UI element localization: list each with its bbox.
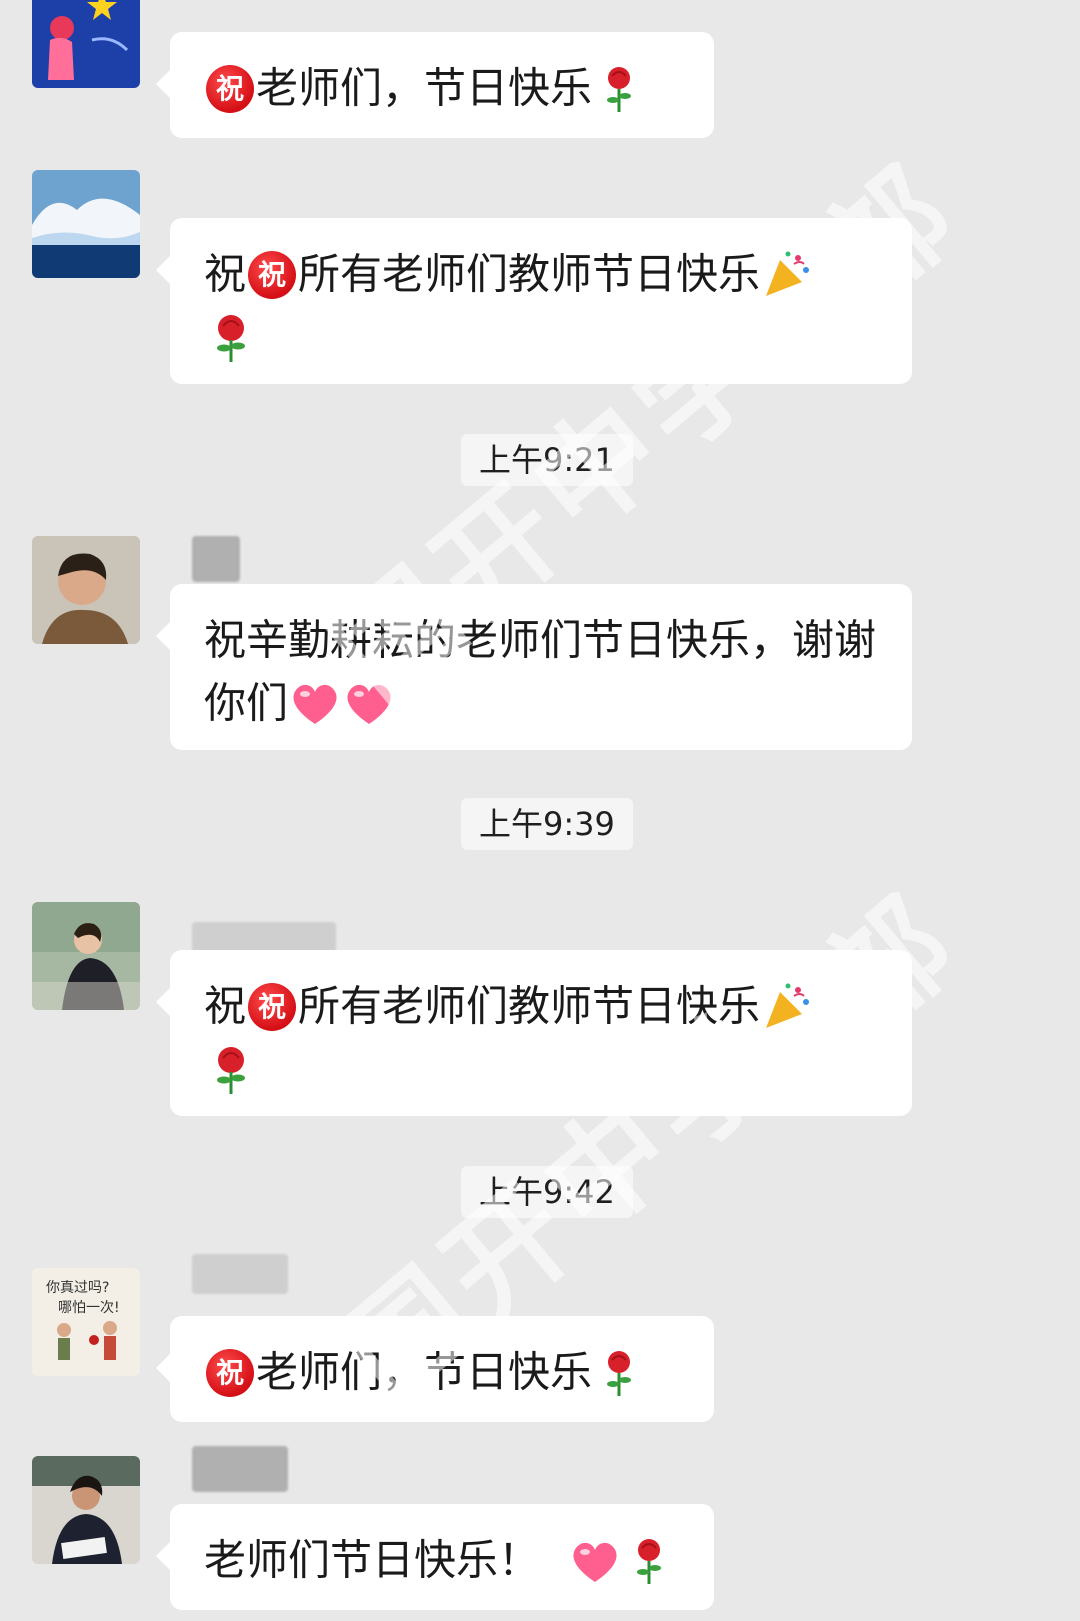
message-text: 老师们，节日快乐 (256, 1347, 593, 1397)
message-bubble[interactable]: 祝老师们，节日快乐 (156, 32, 714, 138)
message-text-prefix: 祝 (204, 981, 247, 1031)
rose-icon (592, 62, 646, 116)
zhu-badge-icon: 祝 (248, 250, 297, 299)
message-bubble[interactable]: 祝祝所有老师们教师节日快乐 (156, 218, 912, 384)
avatar[interactable] (32, 1456, 140, 1564)
rose-icon (204, 310, 258, 364)
sender-name (192, 536, 240, 582)
timestamp: 上午9:42 (461, 1166, 633, 1218)
heart-icon (288, 676, 342, 730)
sender-name (192, 1446, 288, 1492)
rose-icon (622, 1534, 676, 1588)
zhu-badge-icon: 祝 (248, 982, 297, 1031)
svg-text:哪怕一次!: 哪怕一次! (58, 1300, 120, 1316)
sender-name (192, 1254, 288, 1294)
chat-window[interactable]: 祝老师们，节日快乐 祝祝所有老师们教师节日快乐 上午9:21 祝辛勤耕耘的老师们… (0, 0, 1080, 1621)
message-text: 老师们节日快乐！ (204, 1535, 541, 1585)
party-popper-icon (760, 980, 814, 1034)
timestamp: 上午9:21 (461, 434, 633, 486)
message-bubble[interactable]: 祝辛勤耕耘的老师们节日快乐，谢谢你们 (156, 584, 912, 750)
message-text: 所有老师们教师节日快乐 (298, 981, 761, 1031)
rose-icon (592, 1346, 646, 1400)
message-bubble[interactable]: 老师们节日快乐！ (156, 1504, 714, 1610)
zhu-badge-icon: 祝 (206, 1348, 254, 1397)
avatar[interactable] (32, 0, 140, 88)
message-bubble[interactable]: 祝老师们，节日快乐 (156, 1316, 714, 1422)
rose-icon (204, 1042, 258, 1096)
message-text: 老师们，节日快乐 (256, 63, 593, 113)
avatar[interactable]: 你真过吗? 哪怕一次! (32, 1268, 140, 1376)
zhu-badge-icon: 祝 (206, 64, 254, 113)
heart-icon (342, 676, 396, 730)
party-popper-icon (760, 248, 814, 302)
svg-text:你真过吗?: 你真过吗? (46, 1280, 109, 1296)
timestamp: 上午9:39 (461, 798, 633, 850)
message-text: 所有老师们教师节日快乐 (298, 249, 761, 299)
message-text-prefix: 祝 (204, 249, 247, 299)
avatar[interactable] (32, 902, 140, 1010)
heart-icon (568, 1534, 622, 1588)
avatar[interactable] (32, 536, 140, 644)
avatar[interactable] (32, 170, 140, 278)
message-bubble[interactable]: 祝祝所有老师们教师节日快乐 (156, 950, 912, 1116)
